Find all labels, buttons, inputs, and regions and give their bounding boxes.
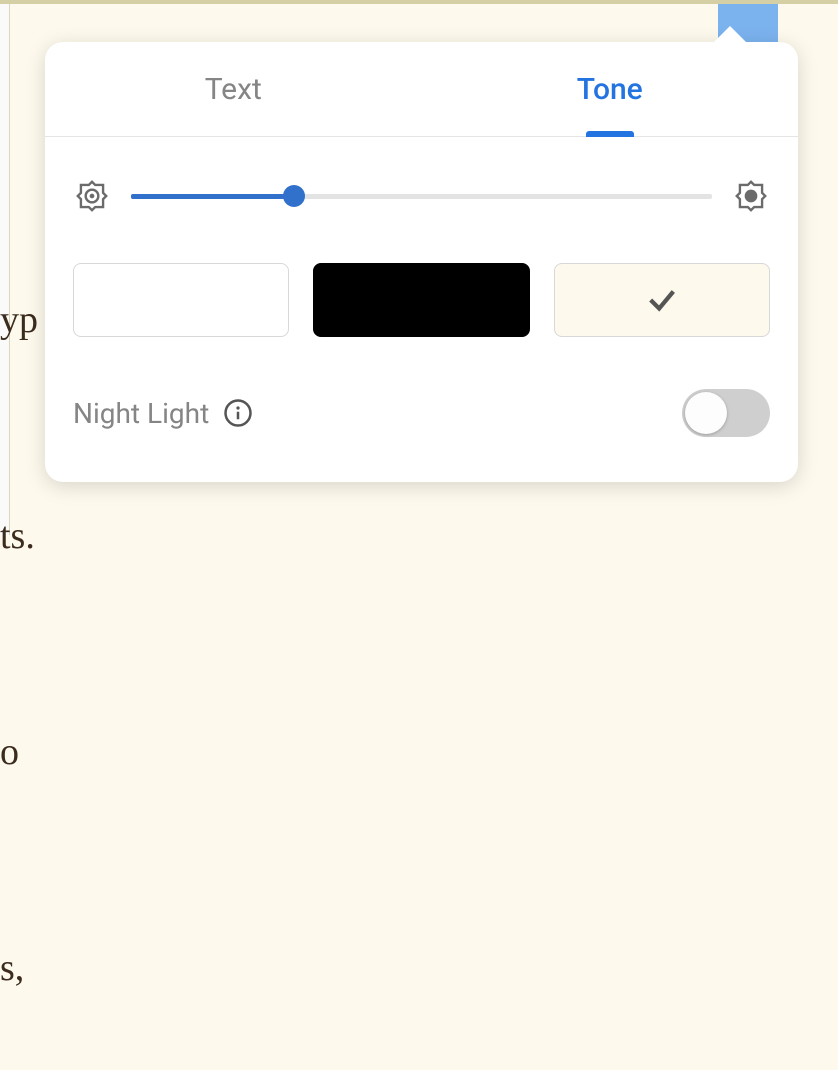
theme-sepia-button[interactable]	[554, 263, 770, 337]
toggle-knob	[685, 392, 727, 434]
bg-line: o	[0, 716, 578, 788]
night-light-row: Night Light	[73, 389, 770, 437]
night-light-label-group: Night Light	[73, 397, 253, 430]
settings-tabs: Text Tone	[45, 42, 798, 137]
theme-selector	[73, 263, 770, 337]
bg-line: ts.	[0, 500, 578, 572]
night-light-toggle[interactable]	[682, 389, 770, 437]
tab-tone[interactable]: Tone	[422, 42, 799, 136]
info-icon[interactable]	[223, 398, 253, 428]
theme-black-button[interactable]	[313, 263, 529, 337]
brightness-low-icon	[73, 177, 111, 215]
tab-text[interactable]: Text	[45, 42, 422, 136]
slider-fill	[131, 194, 294, 199]
active-tab-indicator	[586, 131, 634, 137]
page-top-border	[0, 0, 838, 4]
tab-text-label: Text	[205, 72, 262, 107]
night-light-label: Night Light	[73, 397, 209, 430]
checkmark-icon	[645, 283, 679, 317]
brightness-high-icon	[732, 177, 770, 215]
tone-settings-content: Night Light	[45, 137, 798, 437]
brightness-slider[interactable]	[131, 194, 712, 199]
brightness-control	[73, 177, 770, 215]
tab-tone-label: Tone	[577, 72, 643, 107]
theme-white-button[interactable]	[73, 263, 289, 337]
display-settings-popover: Text Tone	[45, 42, 798, 482]
slider-thumb[interactable]	[283, 185, 305, 207]
bg-line: s,	[0, 932, 578, 1004]
